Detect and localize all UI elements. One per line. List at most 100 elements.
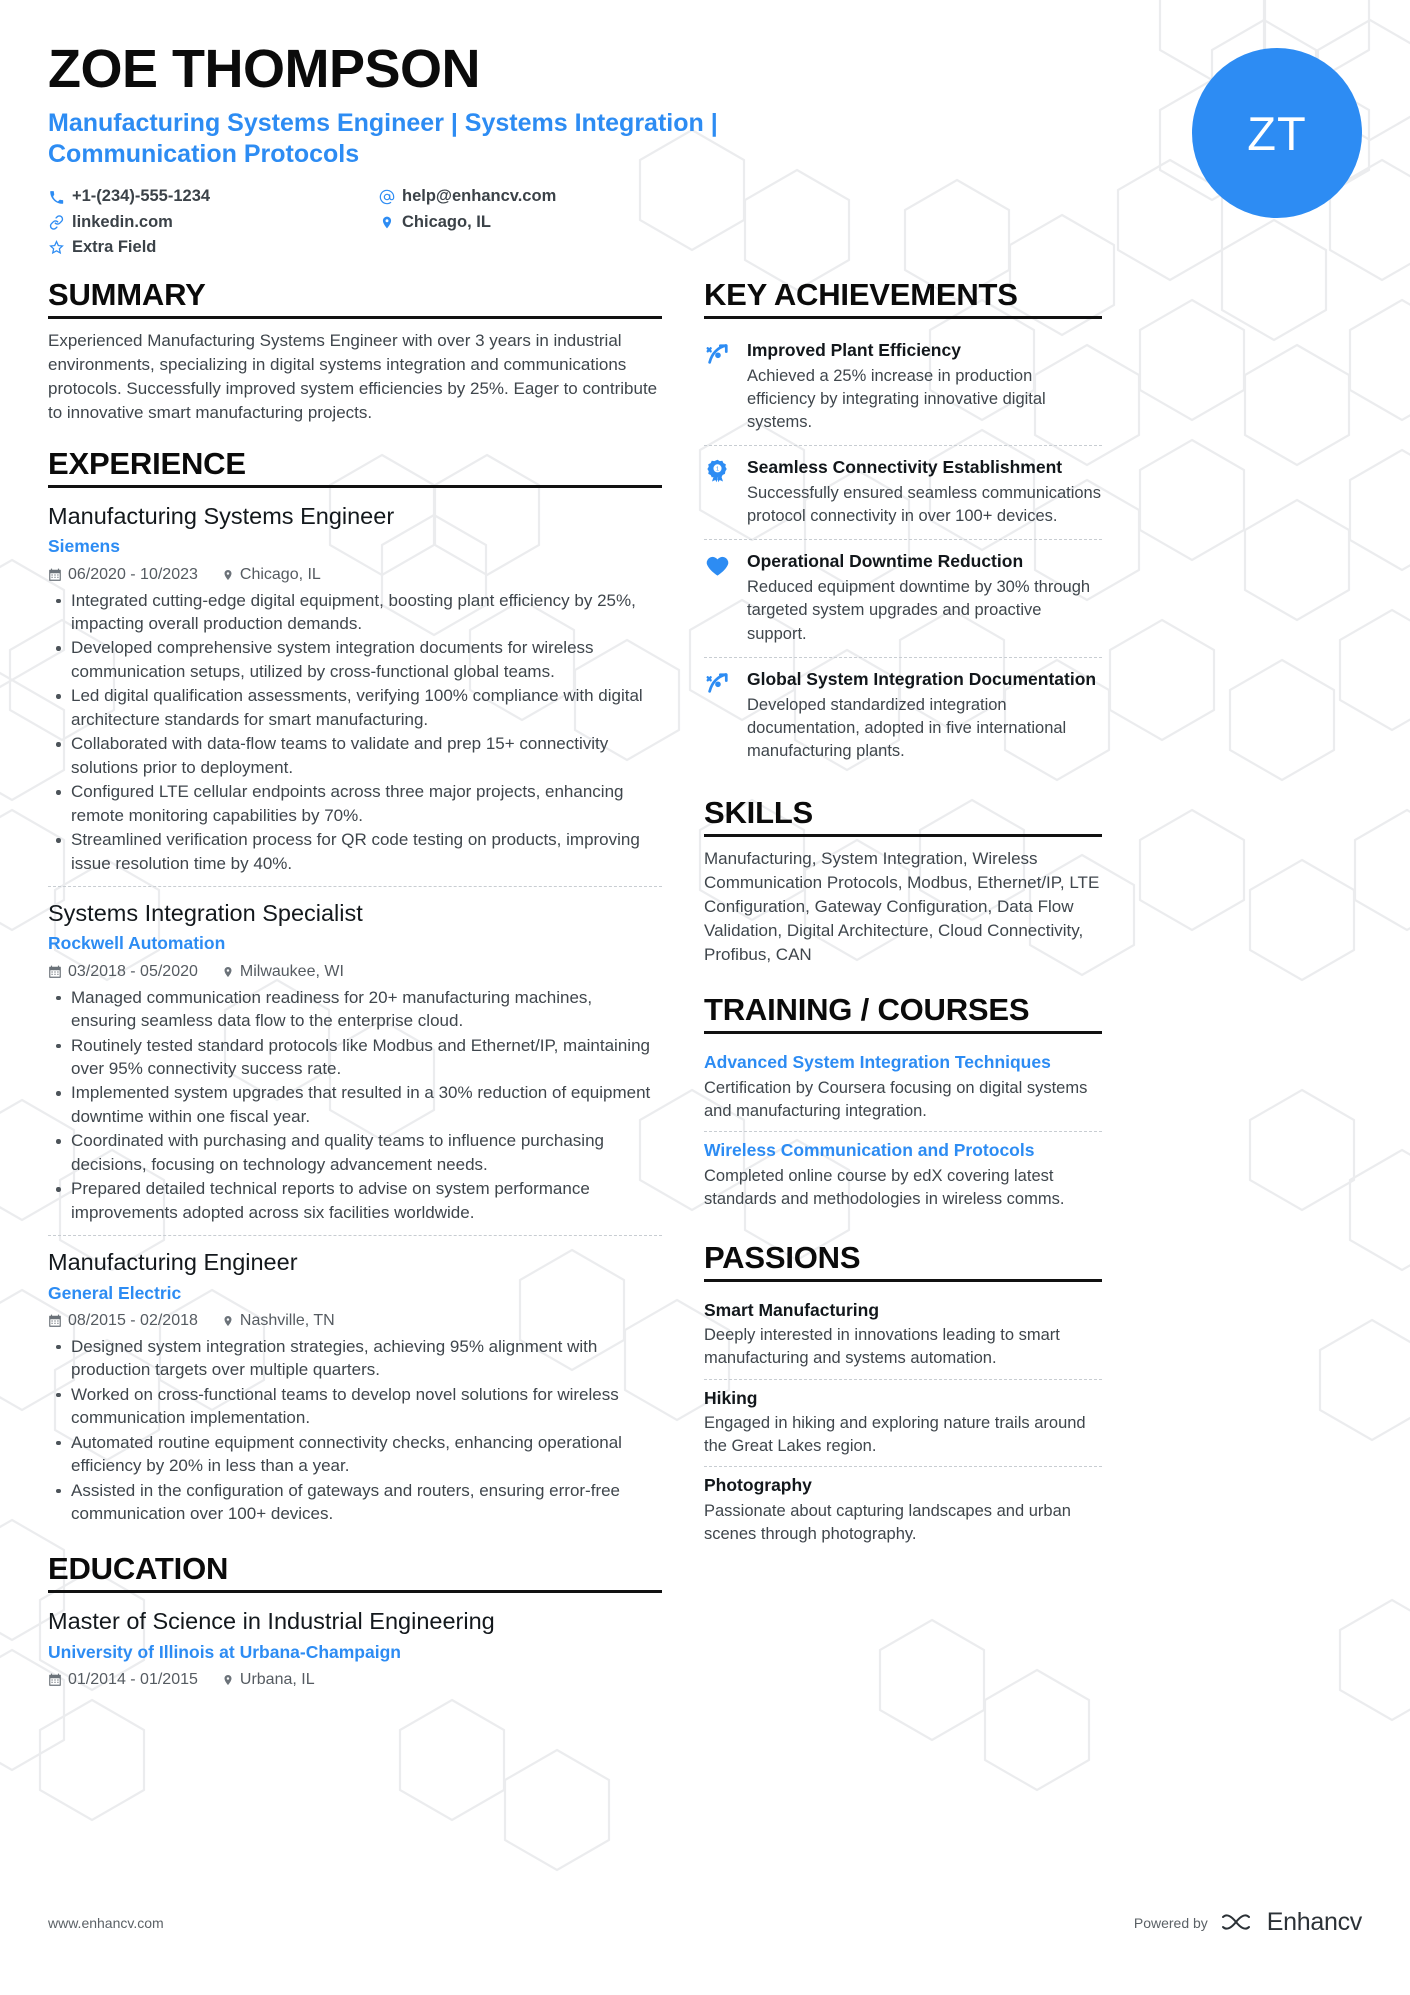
contact-linkedin[interactable]: linkedin.com (48, 210, 378, 235)
achievement-item: Improved Plant Efficiency Achieved a 25%… (704, 329, 1102, 445)
star-icon (48, 240, 65, 255)
list-item: Collaborated with data-flow teams to val… (48, 732, 662, 779)
section-training: TRAINING / COURSES Advanced System Integ… (704, 993, 1102, 1219)
experience-company[interactable]: Rockwell Automation (48, 930, 662, 956)
contact-location: Chicago, IL (378, 210, 708, 235)
section-title-education: EDUCATION (48, 1551, 229, 1587)
achievement-description: Developed standardized integration docum… (747, 695, 1067, 760)
section-key-achievements: KEY ACHIEVEMENTS Improved Plant Efficien… (704, 277, 1102, 774)
avatar-initials: ZT (1247, 106, 1307, 160)
achievement-title: Global System Integration Documentation (747, 668, 1097, 689)
achievement-body: Seamless Connectivity Establishment Succ… (747, 456, 1102, 528)
page-footer: www.enhancv.com Powered by Enhancv (48, 1908, 1362, 1937)
passion-name: Photography (704, 1475, 812, 1496)
award-ribbon-icon: 1 (704, 456, 734, 528)
experience-role: Manufacturing Engineer (48, 1249, 298, 1276)
experience-dates: 03/2018 - 05/2020 (48, 963, 198, 981)
map-pin-icon (378, 215, 395, 230)
section-experience: EXPERIENCE Manufacturing Systems Enginee… (48, 446, 662, 1536)
map-pin-icon (222, 965, 234, 979)
contact-extra[interactable]: Extra Field (48, 235, 378, 260)
contact-phone[interactable]: +1-(234)-555-1234 (48, 184, 378, 209)
education-school[interactable]: University of Illinois at Urbana-Champai… (48, 1639, 662, 1665)
section-divider (48, 315, 662, 319)
list-item: Streamlined verification process for QR … (48, 828, 662, 875)
phone-icon (48, 190, 65, 205)
svg-text:1: 1 (716, 467, 719, 473)
training-item: Wireless Communication and Protocols Com… (704, 1130, 1102, 1219)
passion-description: Engaged in hiking and exploring nature t… (704, 1414, 1086, 1456)
page-title: ZOE THOMPSON (48, 39, 481, 99)
professional-headline: Manufacturing Systems Engineer | Systems… (48, 109, 718, 169)
list-item: Configured LTE cellular endpoints across… (48, 780, 662, 827)
powered-by-label: Powered by (1133, 1914, 1208, 1931)
calendar-icon (48, 568, 62, 582)
contact-details: +1-(234)-555-1234 linkedin.com Extra Fie… (48, 184, 708, 260)
achievement-body: Improved Plant Efficiency Achieved a 25%… (747, 339, 1102, 434)
achievement-body: Global System Integration Documentation … (747, 668, 1102, 763)
section-summary: SUMMARY Experienced Manufacturing System… (48, 277, 662, 425)
section-title-achievements: KEY ACHIEVEMENTS (704, 277, 1018, 312)
passion-description: Deeply interested in innovations leading… (704, 1326, 1060, 1368)
section-title-experience: EXPERIENCE (48, 446, 246, 482)
resume-columns: SUMMARY Experienced Manufacturing System… (48, 277, 1362, 1710)
section-title-summary: SUMMARY (48, 277, 206, 312)
achievement-item: Operational Downtime Reduction Reduced e… (704, 539, 1102, 656)
skills-text: Manufacturing, System Integration, Wirel… (704, 848, 1100, 965)
section-divider (48, 1590, 662, 1594)
section-education: EDUCATION Master of Science in Industria… (48, 1552, 662, 1703)
experience-role: Systems Integration Specialist (48, 900, 363, 926)
experience-location-text: Milwaukee, WI (239, 962, 344, 980)
calendar-icon (48, 965, 62, 979)
calendar-icon (48, 1314, 62, 1328)
experience-company[interactable]: Siemens (48, 533, 662, 559)
passion-item: Photography Passionate about capturing l… (704, 1466, 1102, 1554)
enhancv-brand-name: Enhancv (1266, 1908, 1363, 1936)
experience-role: Manufacturing Systems Engineer (48, 502, 395, 529)
footer-url[interactable]: www.enhancv.com (48, 1915, 164, 1931)
education-degree: Master of Science in Industrial Engineer… (48, 1608, 495, 1635)
passion-item: Hiking Engaged in hiking and exploring n… (704, 1378, 1102, 1467)
education-dates-text: 01/2014 - 01/2015 (68, 1670, 198, 1688)
achievement-title: Improved Plant Efficiency (747, 339, 961, 360)
achievement-description: Successfully ensured seamless communicat… (747, 484, 1101, 526)
left-column: SUMMARY Experienced Manufacturing System… (48, 277, 662, 1710)
training-name[interactable]: Wireless Communication and Protocols (704, 1139, 1102, 1162)
section-divider (704, 833, 1102, 837)
list-item: Managed communication readiness for 20+ … (48, 986, 662, 1033)
section-divider (48, 484, 662, 488)
list-item: Coordinated with purchasing and quality … (48, 1129, 662, 1176)
experience-company[interactable]: General Electric (48, 1280, 662, 1306)
section-title-training: TRAINING / COURSES (704, 992, 1030, 1028)
achievement-body: Operational Downtime Reduction Reduced e… (747, 550, 1102, 645)
map-pin-icon (222, 1314, 234, 1328)
section-divider (704, 1278, 1102, 1282)
contact-email[interactable]: help@enhancv.com (378, 184, 708, 209)
experience-dates-text: 06/2020 - 10/2023 (68, 565, 198, 583)
contact-linkedin-text: linkedin.com (72, 212, 173, 231)
section-skills: SKILLS Manufacturing, System Integration… (704, 795, 1102, 967)
heart-icon (704, 550, 734, 645)
right-column: KEY ACHIEVEMENTS Improved Plant Efficien… (704, 277, 1102, 1710)
experience-location-text: Chicago, IL (239, 565, 321, 583)
experience-bullets: Managed communication readiness for 20+ … (48, 986, 662, 1225)
training-name[interactable]: Advanced System Integration Techniques (704, 1051, 1102, 1074)
map-pin-icon (222, 1673, 234, 1687)
passion-name: Hiking (704, 1387, 758, 1408)
achievement-item: 1 Seamless Connectivity Establishment Su… (704, 445, 1102, 539)
education-location-text: Urbana, IL (239, 1670, 315, 1688)
trending-up-icon (704, 668, 734, 763)
list-item: Implemented system upgrades that resulte… (48, 1081, 662, 1128)
list-item: Designed system integration strategies, … (48, 1335, 662, 1382)
contact-extra-text: Extra Field (72, 238, 157, 257)
list-item: Assisted in the configuration of gateway… (48, 1479, 662, 1526)
experience-bullets: Designed system integration strategies, … (48, 1335, 662, 1526)
education-meta: 01/2014 - 01/2015 Urbana, IL (48, 1671, 662, 1689)
passion-description: Passionate about capturing landscapes an… (704, 1502, 1071, 1544)
achievement-description: Reduced equipment downtime by 30% throug… (747, 578, 1091, 643)
achievement-title: Operational Downtime Reduction (747, 551, 1024, 572)
list-item: Automated routine equipment connectivity… (48, 1431, 662, 1478)
trending-up-icon (704, 339, 734, 434)
training-description: Certification by Coursera focusing on di… (704, 1078, 1088, 1120)
avatar: ZT (1192, 48, 1362, 218)
